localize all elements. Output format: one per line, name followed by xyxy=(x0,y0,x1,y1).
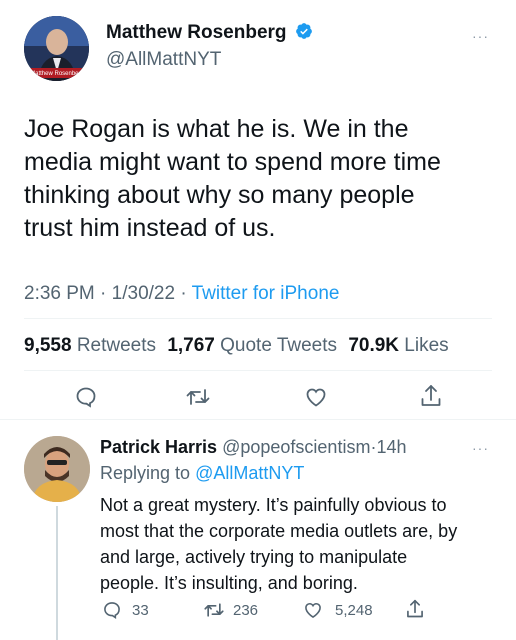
likes-count: 70.9K xyxy=(348,335,400,356)
retweets-count: 9,558 xyxy=(24,335,72,356)
tweet-text-line: media might want to spend more time xyxy=(24,148,441,176)
divider xyxy=(24,318,492,319)
reply-count: 33 xyxy=(132,601,149,619)
tweet-text-line: Joe Rogan is what he is. We in the xyxy=(24,115,409,143)
reply-text: Not a great mystery. It’s painfully obvi… xyxy=(100,492,500,596)
share-icon[interactable] xyxy=(405,598,425,620)
tweet-source-link[interactable]: Twitter for iPhone xyxy=(192,283,340,304)
tweet-time[interactable]: 2:36 PM xyxy=(24,283,95,304)
tweet-text-line: thinking about why so many people xyxy=(24,181,415,209)
quote-tweets-count: 1,767 xyxy=(167,335,215,356)
replying-to-prefix: Replying to xyxy=(100,463,191,483)
verified-badge-icon xyxy=(295,22,313,40)
quote-tweets-label: Quote Tweets xyxy=(220,335,338,356)
author-name[interactable]: Matthew Rosenberg xyxy=(106,22,313,44)
reply-more-options-icon[interactable]: ··· xyxy=(472,440,489,456)
quote-tweets-stat[interactable]: 1,767 Quote Tweets xyxy=(167,335,342,356)
thread-line xyxy=(56,506,58,640)
reply-icon[interactable] xyxy=(74,385,98,409)
separator: · xyxy=(100,283,107,304)
svg-text:Matthew Rosenberg: Matthew Rosenberg xyxy=(30,71,84,77)
tweet-text: Joe Rogan is what he is. We in the media… xyxy=(24,113,494,245)
like-icon[interactable] xyxy=(304,385,328,409)
retweet-icon[interactable] xyxy=(185,385,211,409)
like-count: 5,248 xyxy=(335,601,373,619)
replying-to-link[interactable]: @AllMattNYT xyxy=(195,463,304,483)
reply-text-line: people. It’s insulting, and boring. xyxy=(100,573,358,593)
retweets-label: Retweets xyxy=(76,335,157,356)
reply-header: Patrick Harris @popeofscientism·14h xyxy=(100,437,406,458)
replying-to: Replying to @AllMattNYT xyxy=(100,463,304,484)
reply-text-line: and large, actively trying to manipulate xyxy=(100,547,408,567)
likes-label: Likes xyxy=(404,335,449,356)
tweet-stats: 9,558 Retweets 1,767 Quote Tweets 70.9K … xyxy=(24,335,449,357)
tweet-timestamp: 2:36 PM · 1/30/22 · Twitter for iPhone xyxy=(24,283,339,305)
reply-icon[interactable] xyxy=(102,600,122,620)
reply-author-handle[interactable]: @popeofscientism xyxy=(222,437,370,457)
divider xyxy=(24,370,492,371)
reply-author-avatar[interactable] xyxy=(24,436,90,502)
reply-author-name[interactable]: Patrick Harris xyxy=(100,437,217,457)
reply-like-action[interactable]: 5,248 xyxy=(303,600,373,620)
reply-text-line: Not a great mystery. It’s painfully obvi… xyxy=(100,495,447,515)
divider xyxy=(0,419,516,420)
reply-avatar-photo xyxy=(24,436,90,502)
reply-text-line: most that the corporate media outlets ar… xyxy=(100,521,458,541)
author-name-text[interactable]: Matthew Rosenberg xyxy=(106,22,287,43)
retweets-stat[interactable]: 9,558 Retweets xyxy=(24,335,161,356)
avatar-photo: Matthew Rosenberg xyxy=(24,16,89,81)
more-options-icon[interactable]: ··· xyxy=(472,28,489,44)
retweet-count: 236 xyxy=(233,601,259,619)
like-icon[interactable] xyxy=(303,600,323,620)
likes-stat[interactable]: 70.9K Likes xyxy=(348,335,448,356)
separator: · xyxy=(180,283,187,304)
reply-retweet-action[interactable]: 236 xyxy=(203,600,258,620)
author-avatar[interactable]: Matthew Rosenberg xyxy=(24,16,89,81)
share-icon[interactable] xyxy=(419,383,443,409)
reply-reply-action[interactable]: 33 xyxy=(102,600,149,620)
tweet-date[interactable]: 1/30/22 xyxy=(112,283,175,304)
author-handle[interactable]: @AllMattNYT xyxy=(106,49,221,71)
tweet-text-line: trust him instead of us. xyxy=(24,214,276,242)
reply-time[interactable]: 14h xyxy=(376,437,406,457)
retweet-icon[interactable] xyxy=(203,600,225,620)
